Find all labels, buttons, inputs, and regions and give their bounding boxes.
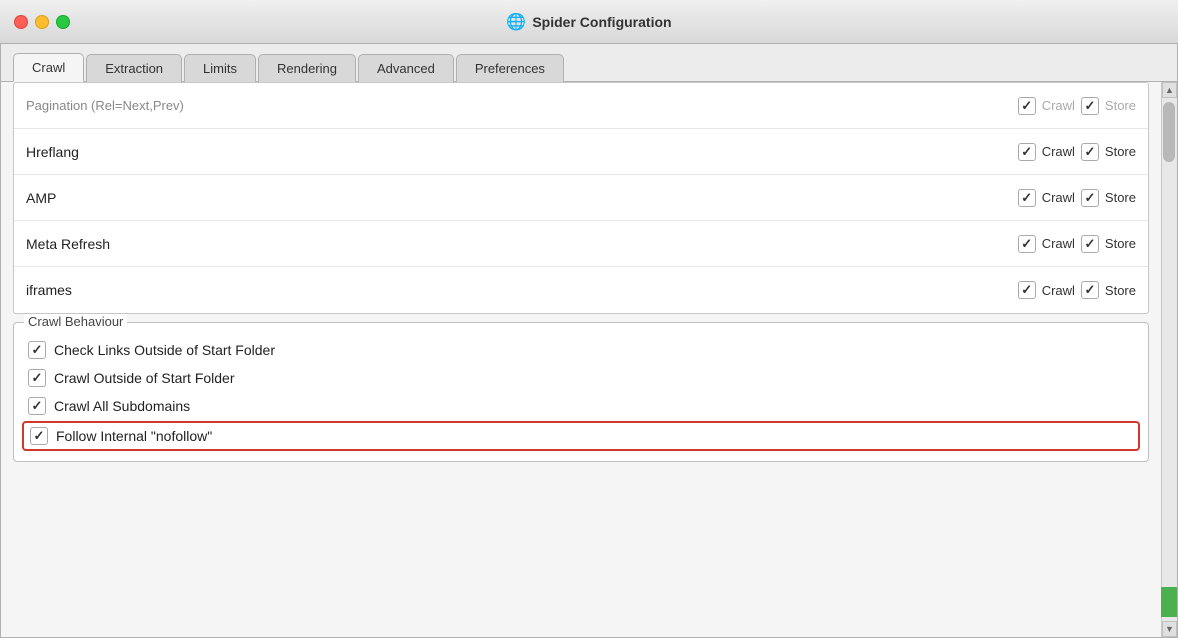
title-bar: 🌐 Spider Configuration xyxy=(0,0,1178,44)
crawl-behaviour-section: Crawl Behaviour Check Links Outside of S… xyxy=(13,322,1149,462)
scrollbar-green-indicator xyxy=(1161,587,1177,617)
scrollbar-down-button[interactable] xyxy=(1162,621,1177,637)
store-checkbox-iframes[interactable] xyxy=(1081,281,1099,299)
store-label-meta-refresh: Store xyxy=(1105,236,1136,251)
content-area: Pagination (Rel=Next,Prev) Crawl Store H… xyxy=(1,82,1177,637)
crawl-label-amp: Crawl xyxy=(1042,190,1075,205)
follow-nofollow-label: Follow Internal "nofollow" xyxy=(56,428,212,444)
links-table-section: Pagination (Rel=Next,Prev) Crawl Store H… xyxy=(13,82,1149,314)
row-label-pagination: Pagination (Rel=Next,Prev) xyxy=(26,98,1018,113)
tab-crawl[interactable]: Crawl xyxy=(13,53,84,82)
table-row: Pagination (Rel=Next,Prev) Crawl Store xyxy=(14,83,1148,129)
store-label-amp: Store xyxy=(1105,190,1136,205)
behaviour-items: Check Links Outside of Start Folder Craw… xyxy=(28,341,1134,447)
table-row: Meta Refresh Crawl Store xyxy=(14,221,1148,267)
traffic-lights xyxy=(14,15,70,29)
main-panel: Pagination (Rel=Next,Prev) Crawl Store H… xyxy=(1,82,1177,637)
follow-nofollow-checkbox[interactable] xyxy=(30,427,48,445)
crawl-checkbox-amp[interactable] xyxy=(1018,189,1036,207)
table-row: AMP Crawl Store xyxy=(14,175,1148,221)
crawl-checkbox-iframes[interactable] xyxy=(1018,281,1036,299)
store-checkbox-amp[interactable] xyxy=(1081,189,1099,207)
check-links-outside-checkbox[interactable] xyxy=(28,341,46,359)
tab-rendering[interactable]: Rendering xyxy=(258,54,356,82)
crawl-label-iframes: Crawl xyxy=(1042,283,1075,298)
store-label-pagination: Store xyxy=(1105,98,1136,113)
tab-extraction[interactable]: Extraction xyxy=(86,54,182,82)
maximize-button[interactable] xyxy=(56,15,70,29)
window-body: Crawl Extraction Limits Rendering Advanc… xyxy=(0,44,1178,638)
crawl-checkbox-meta-refresh[interactable] xyxy=(1018,235,1036,253)
tab-bar: Crawl Extraction Limits Rendering Advanc… xyxy=(1,44,1177,82)
window-title: 🌐 Spider Configuration xyxy=(506,12,671,32)
crawl-outside-checkbox[interactable] xyxy=(28,369,46,387)
row-label-hreflang: Hreflang xyxy=(26,144,1018,160)
scrollbar-up-button[interactable] xyxy=(1162,82,1177,98)
crawl-outside-label: Crawl Outside of Start Folder xyxy=(54,370,235,386)
row-controls-hreflang: Crawl Store xyxy=(1018,143,1136,161)
row-label-amp: AMP xyxy=(26,190,1018,206)
table-row: iframes Crawl Store xyxy=(14,267,1148,313)
tab-limits[interactable]: Limits xyxy=(184,54,256,82)
list-item: Check Links Outside of Start Folder xyxy=(28,341,1134,359)
row-controls-iframes: Crawl Store xyxy=(1018,281,1136,299)
section-legend-crawl-behaviour: Crawl Behaviour xyxy=(24,314,127,329)
row-controls-meta-refresh: Crawl Store xyxy=(1018,235,1136,253)
row-label-iframes: iframes xyxy=(26,282,1018,298)
crawl-all-subdomains-checkbox[interactable] xyxy=(28,397,46,415)
store-label-iframes: Store xyxy=(1105,283,1136,298)
store-checkbox-hreflang[interactable] xyxy=(1081,143,1099,161)
list-item: Crawl All Subdomains xyxy=(28,397,1134,415)
tab-preferences[interactable]: Preferences xyxy=(456,54,564,82)
crawl-checkbox-pagination[interactable] xyxy=(1018,97,1036,115)
crawl-label-pagination: Crawl xyxy=(1042,98,1075,113)
table-row: Hreflang Crawl Store xyxy=(14,129,1148,175)
crawl-label-hreflang: Crawl xyxy=(1042,144,1075,159)
minimize-button[interactable] xyxy=(35,15,49,29)
crawl-checkbox-hreflang[interactable] xyxy=(1018,143,1036,161)
list-item: Follow Internal "nofollow" xyxy=(22,421,1140,451)
close-button[interactable] xyxy=(14,15,28,29)
row-controls-amp: Crawl Store xyxy=(1018,189,1136,207)
row-controls-pagination: Crawl Store xyxy=(1018,97,1136,115)
crawl-label-meta-refresh: Crawl xyxy=(1042,236,1075,251)
scrollbar-track xyxy=(1161,82,1177,637)
globe-icon: 🌐 xyxy=(506,12,526,32)
store-checkbox-meta-refresh[interactable] xyxy=(1081,235,1099,253)
row-label-meta-refresh: Meta Refresh xyxy=(26,236,1018,252)
crawl-all-subdomains-label: Crawl All Subdomains xyxy=(54,398,190,414)
store-label-hreflang: Store xyxy=(1105,144,1136,159)
check-links-outside-label: Check Links Outside of Start Folder xyxy=(54,342,275,358)
tab-advanced[interactable]: Advanced xyxy=(358,54,454,82)
scrollbar-thumb[interactable] xyxy=(1163,102,1175,162)
store-checkbox-pagination[interactable] xyxy=(1081,97,1099,115)
list-item: Crawl Outside of Start Folder xyxy=(28,369,1134,387)
